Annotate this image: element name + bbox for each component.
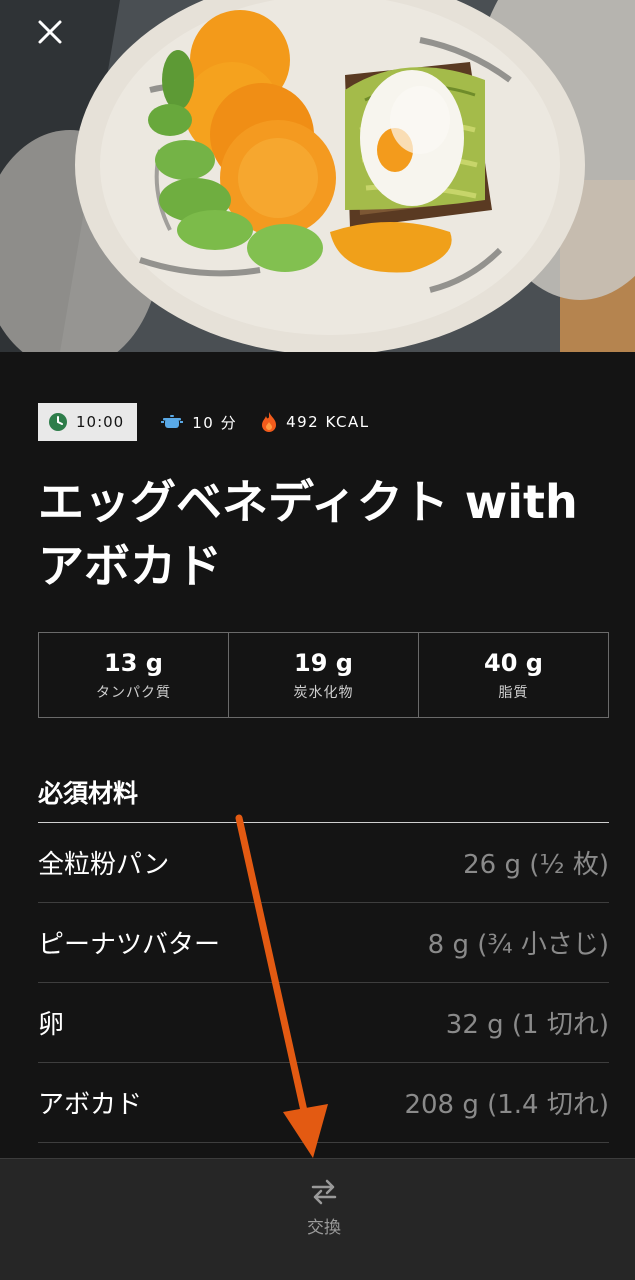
ingredient-amount: 208 g (1.4 切れ) <box>404 1090 609 1120</box>
macro-label: 炭水化物 <box>293 685 354 701</box>
ingredient-name: 卵 <box>38 1010 65 1040</box>
flame-icon <box>262 412 277 432</box>
recipe-content: 10:00 10 分 492 KCAL エッグベネディクト with アボカド <box>0 352 635 1158</box>
recipe-meta: 10:00 10 分 492 KCAL <box>38 403 370 441</box>
macro-carbs: 19 g 炭水化物 <box>229 633 419 717</box>
cook-time: 10 分 <box>161 412 237 433</box>
recipe-title-line2: アボカド <box>38 539 222 593</box>
swap-label: 交換 <box>307 1218 341 1238</box>
ingredient-amount: 32 g (1 切れ) <box>445 1010 609 1040</box>
macro-value: 40 g <box>484 649 543 677</box>
ingredient-row[interactable]: ピーナツバター 8 g (¾ 小さじ) <box>38 903 609 983</box>
close-button[interactable] <box>30 12 70 52</box>
ingredients-list: 全粒粉パン 26 g (½ 枚) ピーナツバター 8 g (¾ 小さじ) 卵 3… <box>38 822 609 1143</box>
timer-value: 10:00 <box>76 413 125 431</box>
close-icon <box>38 20 62 44</box>
swap-button[interactable]: 交換 <box>285 1177 363 1247</box>
timer-button[interactable]: 10:00 <box>38 403 138 441</box>
clock-icon <box>49 413 67 431</box>
pot-icon <box>161 415 184 428</box>
ingredient-name: 全粒粉パン <box>38 850 170 880</box>
macro-label: タンパク質 <box>96 685 171 701</box>
bottom-action-bar: 交換 <box>0 1158 635 1280</box>
swap-arrows-icon <box>311 1179 337 1205</box>
ingredient-amount: 8 g (¾ 小さじ) <box>427 930 609 960</box>
ingredients-title: 必須材料 <box>38 779 139 808</box>
macros-table: 13 g タンパク質 19 g 炭水化物 40 g 脂質 <box>38 632 609 718</box>
macro-value: 13 g <box>104 649 163 677</box>
macro-value: 19 g <box>294 649 353 677</box>
ingredient-row[interactable]: 全粒粉パン 26 g (½ 枚) <box>38 823 609 903</box>
macro-protein: 13 g タンパク質 <box>39 633 229 717</box>
recipe-title: エッグベネディクト with アボカド <box>38 470 618 598</box>
calories: 492 KCAL <box>261 411 370 433</box>
ingredient-amount: 26 g (½ 枚) <box>463 850 609 880</box>
recipe-title-line1: エッグベネディクト with <box>38 475 578 529</box>
ingredient-row[interactable]: アボカド 208 g (1.4 切れ) <box>38 1063 609 1143</box>
ingredient-name: ピーナツバター <box>38 930 221 960</box>
cook-time-value: 10 分 <box>192 413 238 432</box>
macro-fat: 40 g 脂質 <box>419 633 608 717</box>
ingredient-row[interactable]: 卵 32 g (1 切れ) <box>38 983 609 1063</box>
ingredient-name: アボカド <box>38 1090 143 1120</box>
calories-value: 492 KCAL <box>286 413 370 431</box>
hero-image <box>0 0 635 352</box>
macro-label: 脂質 <box>498 685 529 701</box>
